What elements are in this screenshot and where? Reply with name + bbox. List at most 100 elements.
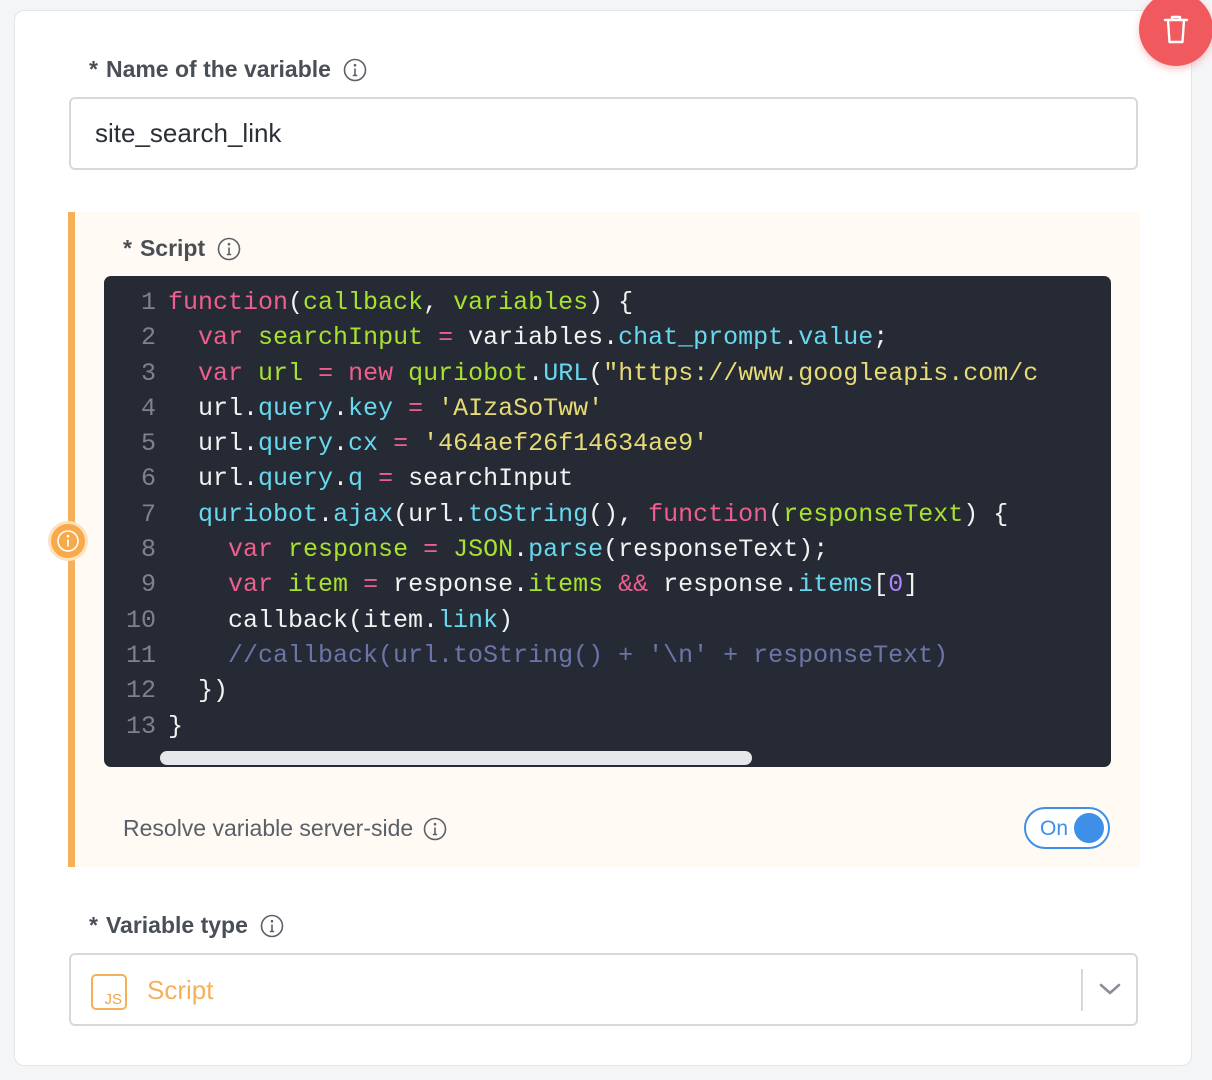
code-line: 6 url.query.q = searchInput [104, 461, 1111, 496]
variable-type-label: * Variable type [89, 912, 284, 939]
code-token: var [228, 570, 274, 600]
code-token: ( [288, 288, 304, 317]
info-icon[interactable] [260, 914, 284, 938]
code-line: 8 var response = JSON.parse(responseText… [104, 532, 1111, 567]
code-token: query [258, 464, 334, 494]
script-label: * Script [123, 235, 241, 262]
code-editor[interactable]: 1 function(callback, variables) {2 var se… [104, 276, 1111, 767]
info-icon [57, 530, 79, 552]
line-number: 1 [140, 288, 156, 317]
code-token: new [348, 358, 394, 388]
code-token: = [408, 393, 424, 423]
code-text: callback(item.link) [156, 603, 513, 638]
code-line: 7 quriobot.ajax(url.toString(), function… [104, 497, 1111, 532]
code-text: var url = new quriobot.URL("https://www.… [156, 356, 1038, 391]
code-token: = [423, 535, 439, 565]
code-token: var [198, 323, 244, 353]
code-text: quriobot.ajax(url.toString(), function(r… [156, 497, 1008, 532]
line-number: 5 [140, 429, 156, 459]
code-token: response. [648, 570, 799, 600]
code-line: 4 url.query.key = 'AIzaSoTww' [104, 391, 1111, 426]
code-token: function [168, 288, 289, 317]
code-line: 13} [104, 709, 1111, 744]
code-token: . [528, 358, 544, 388]
chevron-down-icon[interactable] [1097, 979, 1123, 999]
code-token: q [348, 464, 364, 494]
code-text: function(callback, variables) { [156, 285, 633, 320]
code-token: cx [348, 429, 379, 459]
code-token: key [348, 393, 394, 423]
code-token: query [258, 393, 334, 423]
code-token: items [528, 570, 604, 600]
code-token: ) { [963, 499, 1009, 529]
code-token: JSON [453, 535, 514, 565]
code-lines: 1 function(callback, variables) {2 var se… [104, 285, 1111, 744]
line-number: 2 [140, 323, 156, 353]
code-token: callback(item. [168, 605, 439, 635]
variable-name-input[interactable] [69, 97, 1138, 170]
code-token: . [783, 323, 799, 353]
variable-type-value: Script [147, 975, 214, 1005]
code-token: . [333, 464, 349, 494]
info-icon[interactable] [423, 817, 447, 841]
code-text: url.query.cx = '464aef26f14634ae9' [156, 426, 708, 461]
line-number: 4 [140, 393, 156, 423]
info-icon[interactable] [343, 58, 367, 82]
code-token: var [198, 358, 244, 388]
trash-icon [1163, 15, 1189, 44]
code-token: (), [588, 499, 649, 529]
code-token: . [513, 535, 529, 565]
code-text: var response = JSON.parse(responseText); [156, 532, 828, 567]
code-token: parse [528, 535, 604, 565]
resolve-server-side-toggle[interactable]: On [1024, 807, 1110, 849]
code-token: responseText [783, 499, 964, 529]
code-token: = [393, 429, 409, 459]
code-token: ] [903, 570, 919, 600]
code-token: = [318, 358, 334, 388]
line-number: 7 [140, 499, 156, 529]
code-line: 5 url.query.cx = '464aef26f14634ae9' [104, 426, 1111, 461]
code-token: = [363, 570, 379, 600]
code-token: (responseText); [603, 535, 829, 565]
code-line: 9 var item = response.items && response.… [104, 567, 1111, 602]
code-token: url. [168, 393, 259, 423]
code-token: "https://www.googleapis.com/c [603, 358, 1039, 388]
code-token: 0 [888, 570, 904, 600]
code-token: . [333, 429, 349, 459]
variable-name-label: * Name of the variable [89, 56, 367, 83]
code-token: ) { [588, 288, 634, 317]
variable-type-select[interactable]: JS Script [69, 953, 1138, 1026]
code-token: = [438, 323, 454, 353]
code-token: toString [468, 499, 589, 529]
code-token: && [618, 570, 649, 600]
code-token: response [288, 535, 409, 565]
horizontal-scrollbar[interactable] [160, 751, 752, 765]
code-token: . [333, 393, 349, 423]
code-text: url.query.q = searchInput [156, 461, 573, 496]
code-token: [ [873, 570, 889, 600]
code-token: item [288, 570, 349, 600]
code-token: ) [498, 605, 514, 635]
delete-button[interactable] [1139, 0, 1212, 66]
js-file-icon: JS [91, 974, 127, 1010]
code-text: }) [156, 673, 228, 708]
code-token: url. [168, 429, 259, 459]
code-token: , [423, 288, 454, 317]
select-divider [1081, 969, 1083, 1011]
line-number: 11 [125, 640, 156, 670]
line-number: 10 [125, 605, 156, 635]
panel-info-icon[interactable] [48, 521, 88, 561]
code-token: value [798, 323, 874, 353]
info-icon[interactable] [217, 237, 241, 261]
code-token: ( [588, 358, 604, 388]
